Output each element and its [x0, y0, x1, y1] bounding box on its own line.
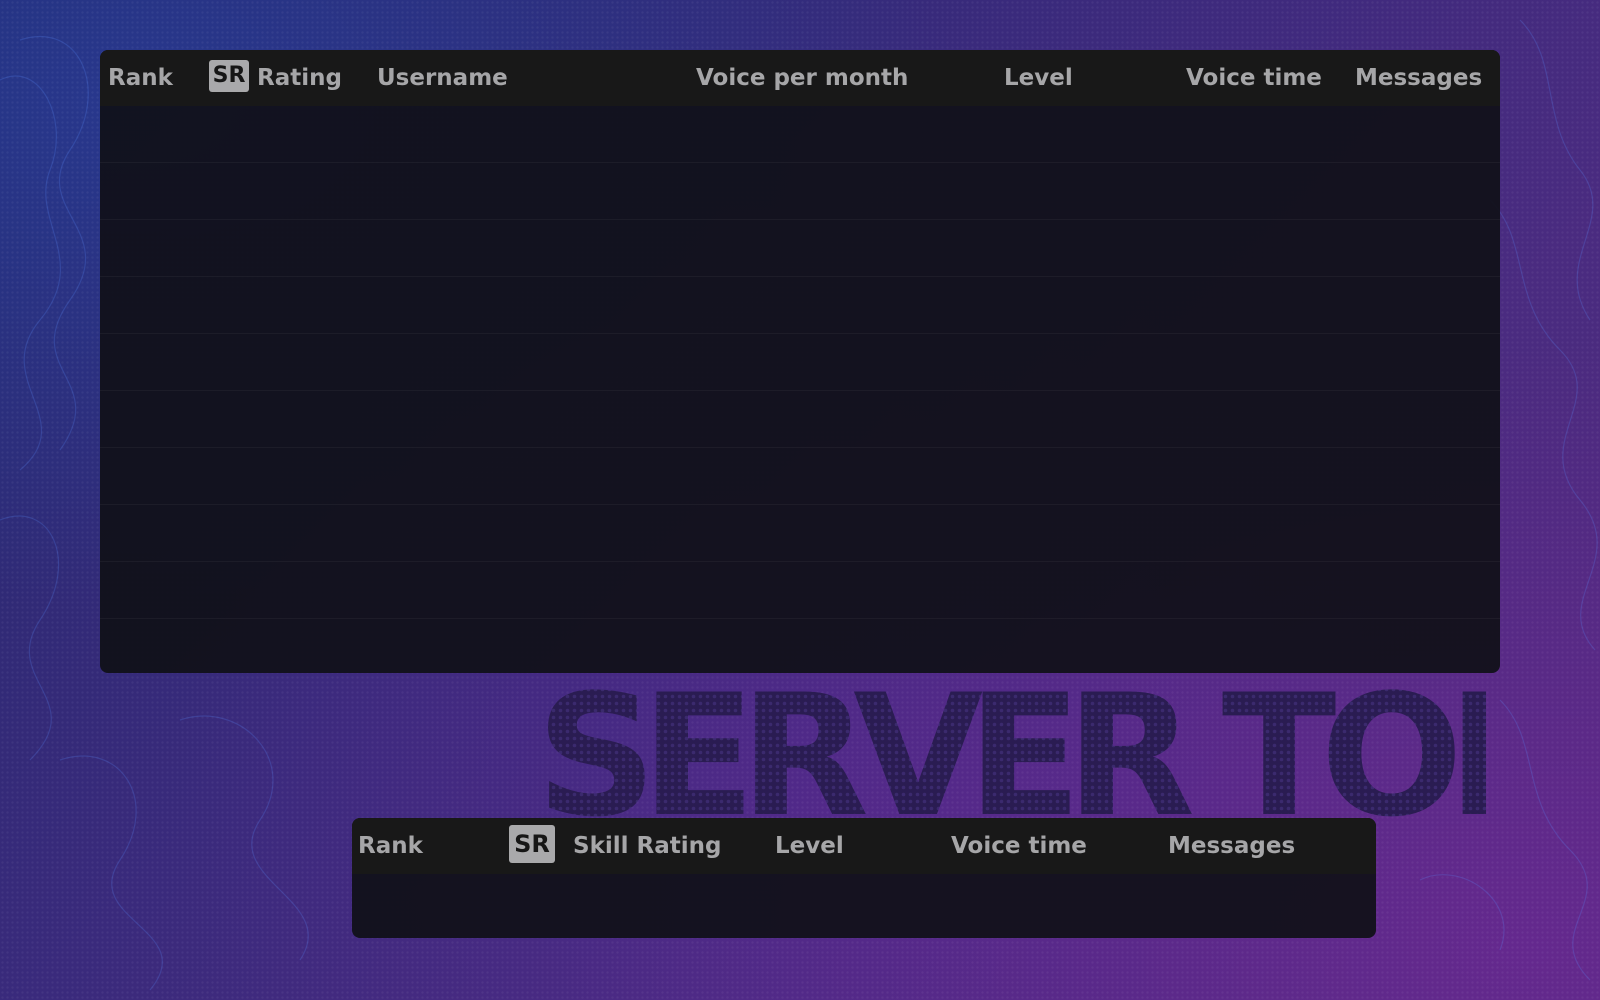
table-row: [100, 106, 1500, 163]
table-row: [100, 505, 1500, 562]
table-row: [100, 163, 1500, 220]
leaderboard-rows: [100, 106, 1500, 673]
table-row: [100, 619, 1500, 673]
table-row: [100, 448, 1500, 505]
table-row: [100, 334, 1500, 391]
col-voice-per-month[interactable]: Voice per month: [696, 50, 908, 106]
col-username[interactable]: Username: [377, 50, 508, 106]
col-level[interactable]: Level: [1004, 50, 1073, 106]
summary-col-voice-time[interactable]: Voice time: [951, 818, 1087, 874]
summary-header: Rank SR Skill Rating Level Voice time Mes…: [352, 818, 1376, 874]
summary-table: Rank SR Skill Rating Level Voice time Mes…: [352, 818, 1376, 938]
col-rating-label: Rating: [257, 65, 342, 91]
table-row: [100, 277, 1500, 334]
leaderboard-table: Rank SR Rating Username Voice per month L…: [100, 50, 1500, 673]
table-row: [100, 562, 1500, 619]
summary-col-messages[interactable]: Messages: [1168, 818, 1295, 874]
col-rank[interactable]: Rank: [108, 50, 173, 106]
col-rating[interactable]: SR Rating: [209, 50, 342, 106]
summary-col-level[interactable]: Level: [775, 818, 844, 874]
summary-col-rank[interactable]: Rank: [358, 818, 423, 874]
table-row: [100, 220, 1500, 277]
col-voice-time[interactable]: Voice time: [1186, 50, 1322, 106]
summary-col-skill-rating[interactable]: SR Skill Rating: [509, 818, 721, 874]
summary-col-skill-rating-label: Skill Rating: [573, 833, 722, 859]
sr-badge: SR: [509, 824, 555, 863]
server-top-50-watermark: SERVER TOP 50: [536, 672, 1486, 822]
col-messages[interactable]: Messages: [1355, 50, 1482, 106]
table-row: [100, 391, 1500, 448]
sr-badge: SR: [209, 59, 249, 92]
leaderboard-header: Rank SR Rating Username Voice per month L…: [100, 50, 1500, 106]
watermark-text: SERVER TOP 50: [536, 672, 1486, 822]
